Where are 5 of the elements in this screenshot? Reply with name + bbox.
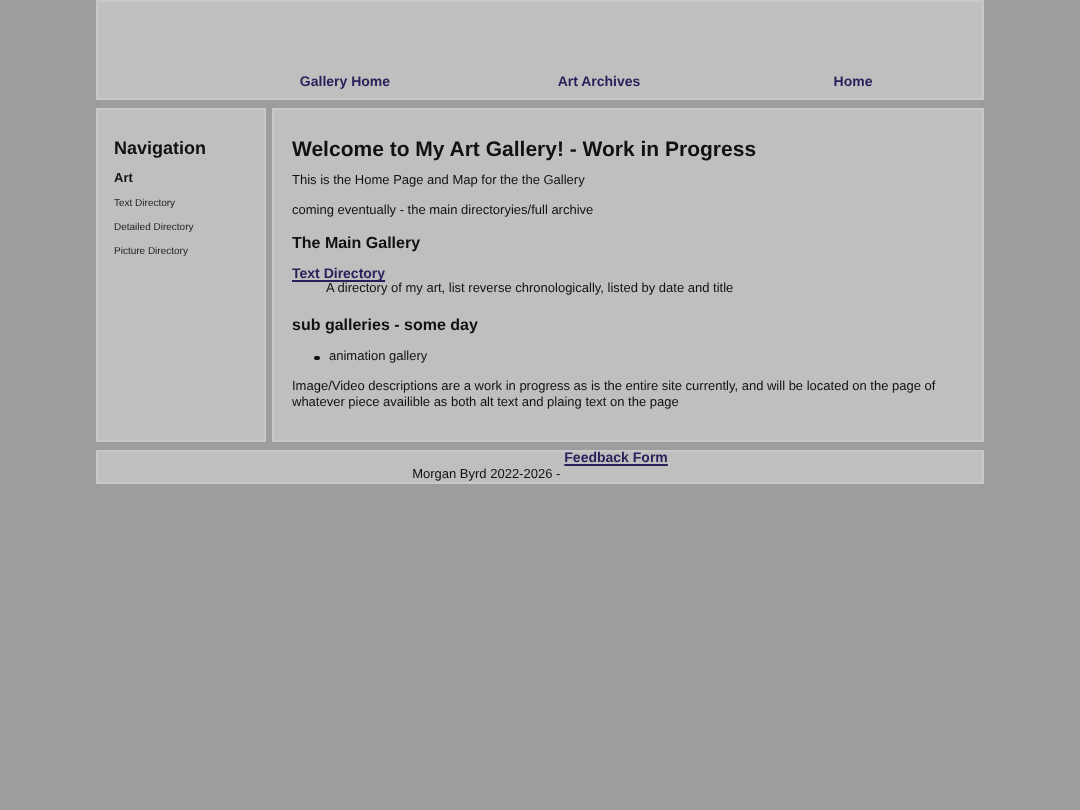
page-title: Welcome to My Art Gallery! - Work in Progress [292, 138, 759, 162]
section-heading: The Main Gallery [292, 234, 423, 253]
section-heading: sub galleries - some day [292, 316, 480, 335]
sidebar-title: Navigation [114, 138, 209, 158]
bullet-icon [314, 355, 319, 360]
